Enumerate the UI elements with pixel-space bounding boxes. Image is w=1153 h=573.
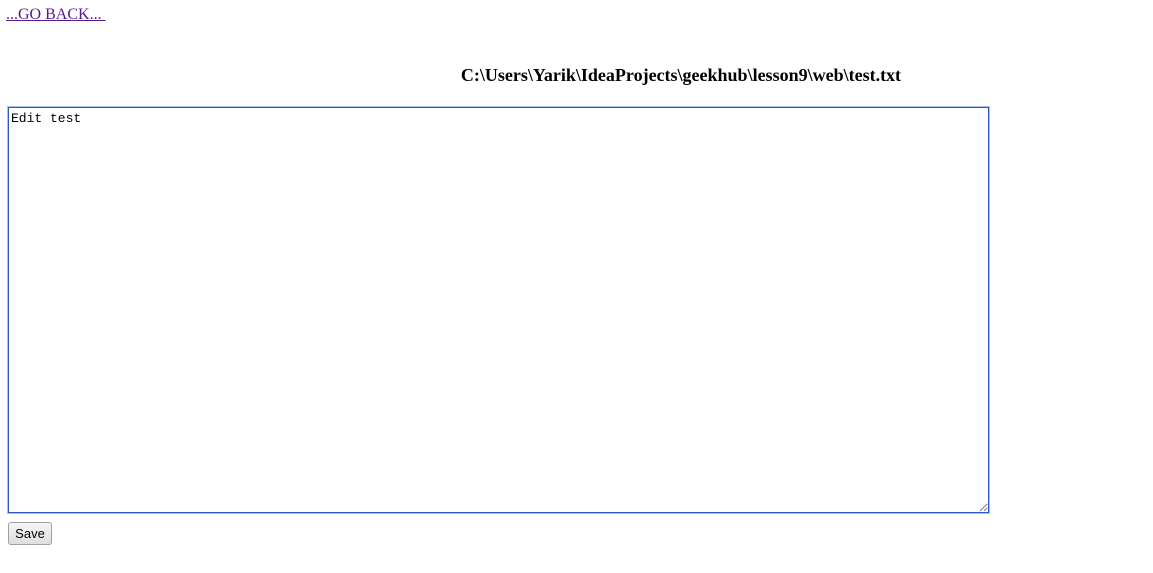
file-content-textarea[interactable]: Edit test	[7, 106, 990, 514]
go-back-link[interactable]: ...GO BACK...	[6, 5, 106, 24]
save-button[interactable]: Save	[8, 522, 52, 545]
file-path-heading: C:\Users\Yarik\IdeaProjects\geekhub\less…	[460, 65, 902, 85]
editor-page: ...GO BACK... C:\Users\Yarik\IdeaProject…	[0, 0, 1153, 573]
